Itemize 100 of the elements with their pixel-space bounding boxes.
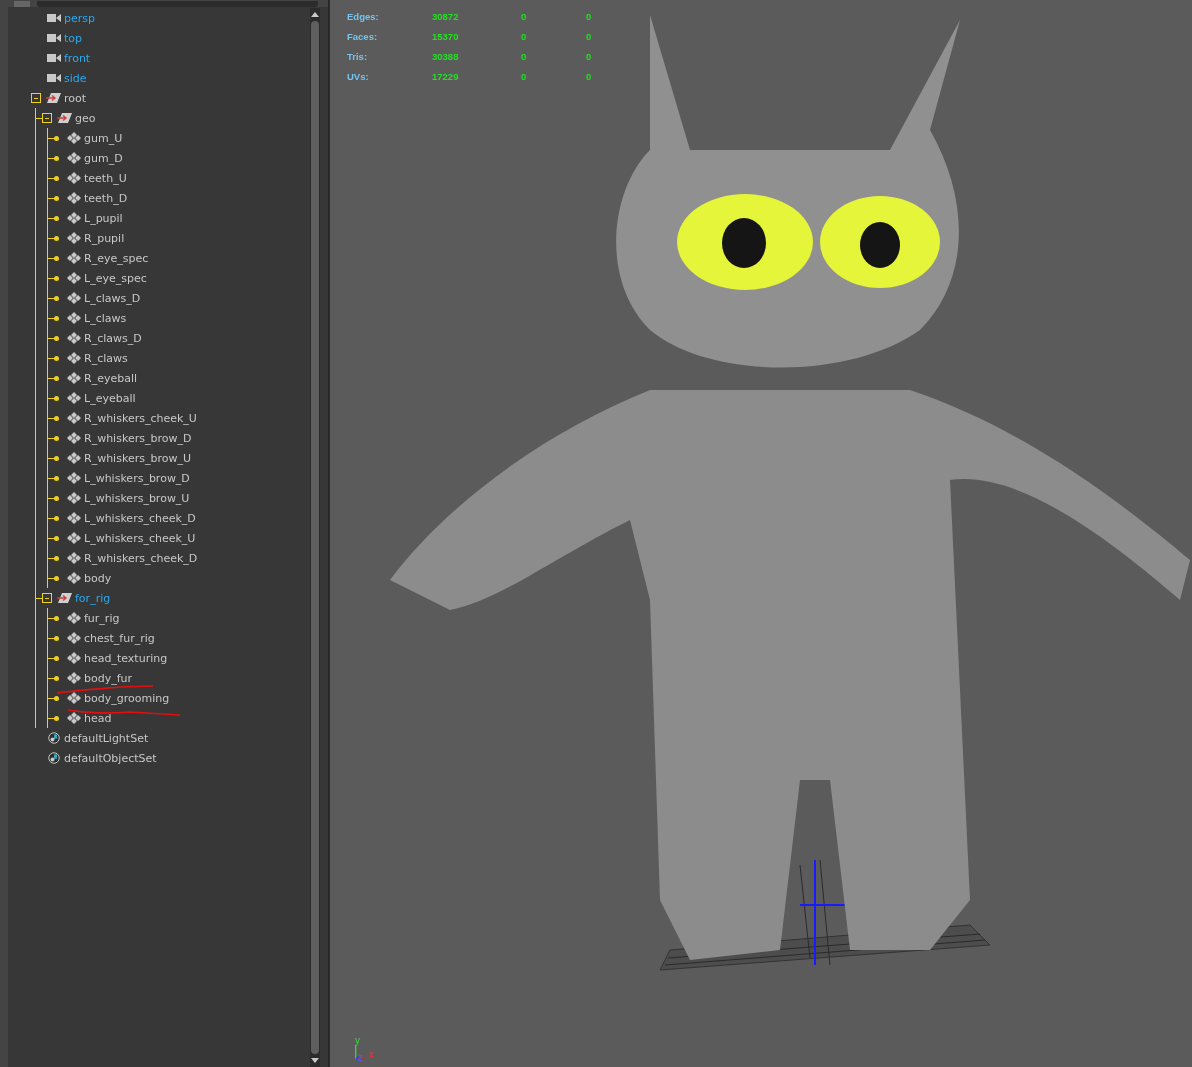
stat-label: UVs:: [347, 70, 370, 82]
mesh-icon: [66, 612, 82, 624]
stat-value: 17229: [432, 70, 460, 82]
outliner-item[interactable]: side: [64, 71, 87, 85]
mesh-icon: [66, 392, 82, 404]
outliner-item[interactable]: L_whiskers_brow_U: [84, 491, 190, 505]
outliner-item[interactable]: body: [84, 571, 112, 585]
outliner-item[interactable]: top: [64, 31, 83, 45]
scroll-down-icon[interactable]: [310, 1058, 320, 1064]
mesh-icon: [66, 672, 82, 684]
outliner-item[interactable]: L_claws_D: [84, 291, 141, 305]
stat-value: 0: [521, 70, 528, 82]
outliner-item[interactable]: L_eye_spec: [84, 271, 147, 285]
viewport[interactable]: Edges: 30872 0 0 Faces: 15370 0 0 Tris: 30388 0 0 UVs: 17229 0 0 y z x: [330, 0, 1192, 1067]
stat-value: 30388: [432, 50, 460, 62]
mesh-icon: [66, 232, 82, 244]
outliner-item[interactable]: front: [64, 51, 91, 65]
outliner-item[interactable]: body_grooming: [84, 691, 170, 705]
axis-label: x: [369, 1049, 374, 1060]
mesh-icon: [66, 432, 82, 444]
outliner-item[interactable]: L_whiskers_brow_D: [84, 471, 190, 485]
mesh-icon: [66, 512, 82, 524]
outliner-item[interactable]: R_eyeball: [84, 371, 138, 385]
outliner-item[interactable]: R_pupil: [84, 231, 125, 245]
axis-gizmo-drawing: [355, 1044, 366, 1060]
mesh-icon: [66, 192, 82, 204]
stat-value: 0: [521, 50, 528, 62]
transform-group-icon: [57, 592, 73, 604]
outliner-item[interactable]: head_texturing: [84, 651, 168, 665]
camera-icon: [46, 12, 62, 24]
scrollbar-thumb[interactable]: [311, 21, 319, 1054]
stat-value: 0: [586, 10, 592, 22]
stat-value: 0: [521, 30, 528, 42]
outliner-item[interactable]: teeth_U: [84, 171, 127, 185]
mesh-icon: [66, 152, 82, 164]
mesh-icon: [66, 272, 82, 284]
outliner-item[interactable]: L_whiskers_cheek_U: [84, 531, 196, 545]
scrollbar[interactable]: [310, 8, 320, 1067]
mesh-icon: [66, 372, 82, 384]
stat-value: 30872: [432, 10, 460, 22]
outliner-item[interactable]: teeth_D: [84, 191, 128, 205]
mesh-icon: [66, 692, 82, 704]
mesh-icon: [66, 252, 82, 264]
mesh-icon: [66, 492, 82, 504]
search-field[interactable]: [37, 1, 318, 7]
mesh-icon: [66, 412, 82, 424]
stat-label: Edges:: [347, 10, 380, 22]
collapse-toggle[interactable]: [42, 593, 52, 603]
mesh-icon: [66, 632, 82, 644]
outliner-item[interactable]: for_rig: [75, 591, 111, 605]
stat-label: Tris:: [347, 50, 369, 62]
axis-label: y: [355, 1035, 360, 1046]
stat-value: 0: [586, 50, 592, 62]
outliner-item[interactable]: R_whiskers_cheek_D: [84, 551, 198, 565]
outliner-item[interactable]: gum_D: [84, 151, 123, 165]
outliner-item[interactable]: L_claws: [84, 311, 127, 325]
mesh-icon: [66, 552, 82, 564]
outliner-item[interactable]: L_pupil: [84, 211, 123, 225]
outliner-item[interactable]: persp: [64, 11, 95, 25]
mesh-icon: [66, 712, 82, 724]
outliner-item[interactable]: R_claws_D: [84, 331, 142, 345]
camera-icon: [46, 52, 62, 64]
mesh-icon: [66, 292, 82, 304]
collapse-toggle[interactable]: [42, 113, 52, 123]
outliner-item[interactable]: defaultLightSet: [64, 731, 149, 745]
outliner-item[interactable]: gum_U: [84, 131, 123, 145]
outliner-item[interactable]: R_whiskers_brow_D: [84, 431, 192, 445]
mesh-icon: [66, 172, 82, 184]
outliner-item[interactable]: R_whiskers_cheek_U: [84, 411, 197, 425]
mesh-icon: [66, 312, 82, 324]
camera-icon: [46, 72, 62, 84]
scroll-up-icon[interactable]: [310, 11, 320, 17]
mesh-icon: [66, 472, 82, 484]
outliner-item[interactable]: head: [84, 711, 112, 725]
outliner-item[interactable]: L_eyeball: [84, 391, 136, 405]
mesh-icon: [66, 532, 82, 544]
transform-group-icon: [57, 112, 73, 124]
mesh-icon: [66, 332, 82, 344]
stat-value: 0: [521, 10, 528, 22]
outliner-item[interactable]: fur_rig: [84, 611, 120, 625]
collapse-toggle[interactable]: [31, 93, 41, 103]
mesh-icon: [66, 452, 82, 464]
mesh-icon: [66, 572, 82, 584]
camera-icon: [46, 32, 62, 44]
outliner-item[interactable]: body_fur: [84, 671, 133, 685]
transform-group-icon: [46, 92, 62, 104]
object-set-icon: [46, 732, 62, 744]
stat-value: 15370: [432, 30, 460, 42]
stat-value: 0: [586, 30, 592, 42]
object-set-icon: [46, 752, 62, 764]
outliner-item[interactable]: chest_fur_rig: [84, 631, 155, 645]
outliner-item[interactable]: defaultObjectSet: [64, 751, 157, 765]
outliner-item[interactable]: R_whiskers_brow_U: [84, 451, 191, 465]
outliner-item[interactable]: L_whiskers_cheek_D: [84, 511, 196, 525]
outliner-item[interactable]: R_eye_spec: [84, 251, 149, 265]
mesh-icon: [66, 212, 82, 224]
outliner-item[interactable]: root: [64, 91, 87, 105]
outliner-item[interactable]: R_claws: [84, 351, 128, 365]
outliner-item[interactable]: geo: [75, 111, 96, 125]
axis-label: z: [358, 1052, 363, 1063]
